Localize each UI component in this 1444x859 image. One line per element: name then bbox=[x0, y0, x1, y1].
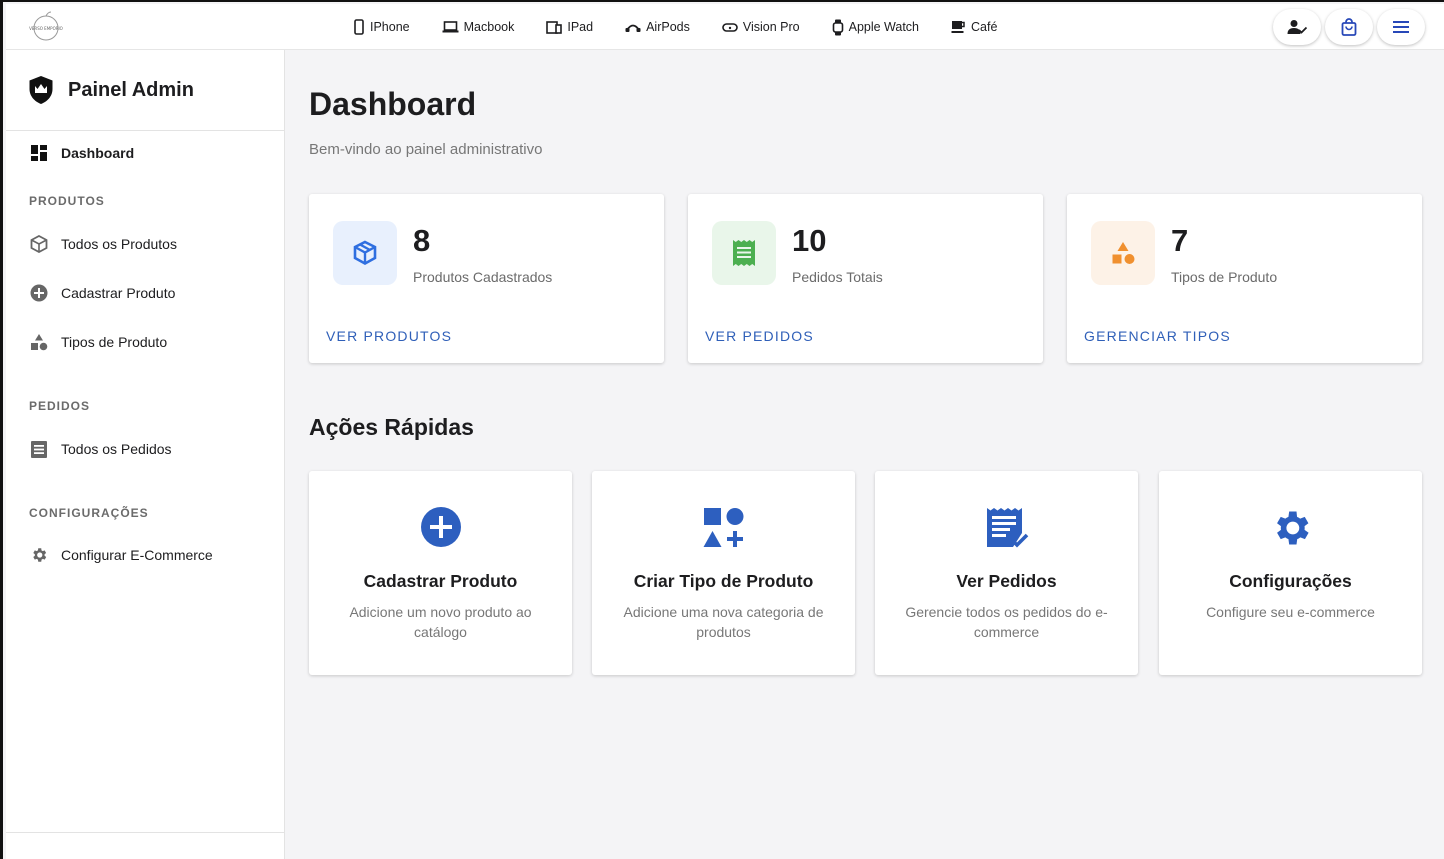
gear-icon bbox=[33, 548, 47, 562]
category-nav: IPhone Macbook IPad AirPods Vision Pro A… bbox=[353, 4, 1029, 50]
stat-value: 7 bbox=[1171, 223, 1189, 258]
add-circle-icon bbox=[420, 507, 461, 547]
category-add-icon bbox=[703, 508, 743, 547]
tablet-icon bbox=[546, 21, 563, 34]
nav-item-macbook[interactable]: Macbook bbox=[442, 20, 515, 34]
stat-value: 10 bbox=[792, 223, 827, 258]
package-icon bbox=[353, 240, 377, 265]
sidebar-item-tipos-produto[interactable]: Tipos de Produto bbox=[6, 322, 284, 362]
sidebar-section-pedidos: PEDIDOS bbox=[29, 399, 91, 413]
menu-icon bbox=[1393, 21, 1409, 33]
coffee-icon bbox=[951, 21, 965, 33]
action-card-cadastrar-produto[interactable]: Cadastrar Produto Adicione um novo produ… bbox=[309, 471, 572, 675]
svg-text:VERSO EMPORIO: VERSO EMPORIO bbox=[29, 26, 63, 31]
sidebar-item-dashboard[interactable]: Dashboard bbox=[6, 133, 284, 173]
dashboard-icon bbox=[31, 145, 47, 161]
action-description: Adicione um novo produto ao catálogo bbox=[349, 604, 532, 640]
add-circle-icon bbox=[30, 284, 48, 302]
phone-icon bbox=[354, 19, 364, 35]
stat-card-pedidos: 10 Pedidos Totais VER PEDIDOS bbox=[688, 194, 1043, 363]
sidebar-item-label: Configurar E-Commerce bbox=[61, 547, 213, 563]
nav-item-ipad[interactable]: IPad bbox=[546, 20, 593, 34]
action-title: Criar Tipo de Produto bbox=[633, 571, 814, 591]
action-description: Configure seu e-commerce bbox=[1206, 604, 1375, 620]
action-title: Ver Pedidos bbox=[956, 571, 1057, 591]
stat-label: Produtos Cadastrados bbox=[413, 269, 553, 285]
nav-item-airpods[interactable]: AirPods bbox=[625, 20, 690, 34]
cart-button[interactable] bbox=[1325, 9, 1373, 45]
nav-item-label: IPad bbox=[567, 20, 594, 34]
nav-item-label: AirPods bbox=[646, 20, 690, 34]
ver-pedidos-link[interactable]: VER PEDIDOS bbox=[705, 328, 814, 344]
action-card-ver-pedidos[interactable]: Ver Pedidos Gerencie todos os pedidos do… bbox=[875, 471, 1138, 675]
sidebar-item-cadastrar-produto[interactable]: Cadastrar Produto bbox=[6, 273, 284, 313]
user-check-icon bbox=[1287, 20, 1307, 34]
nav-item-label: Macbook bbox=[463, 20, 515, 34]
stat-icon-box bbox=[333, 221, 397, 285]
receipt-icon bbox=[733, 240, 755, 266]
vr-headset-icon bbox=[722, 23, 738, 32]
nav-item-label: IPhone bbox=[370, 20, 410, 34]
shopping-bag-icon bbox=[1341, 18, 1357, 36]
receipt-check-icon bbox=[986, 508, 1028, 548]
sidebar-item-todos-pedidos[interactable]: Todos os Pedidos bbox=[6, 429, 284, 469]
gerenciar-tipos-link[interactable]: GERENCIAR TIPOS bbox=[1084, 328, 1231, 344]
brand-logo[interactable]: VERSO EMPORIO bbox=[28, 10, 64, 44]
ver-produtos-link[interactable]: VER PRODUTOS bbox=[326, 328, 452, 344]
app-window: VERSO EMPORIO IPhone Macbook IPad AirPod… bbox=[0, 0, 1444, 859]
package-icon bbox=[30, 235, 48, 253]
sidebar-title: Painel Admin bbox=[68, 78, 194, 101]
action-card-criar-tipo[interactable]: Criar Tipo de Produto Adicione uma nova … bbox=[592, 471, 855, 675]
top-actions bbox=[1269, 9, 1425, 45]
category-shapes-icon bbox=[1112, 242, 1135, 264]
action-description: Adicione uma nova categoria de produtos bbox=[623, 604, 824, 640]
action-description: Gerencie todos os pedidos do e-commerce bbox=[905, 604, 1108, 640]
action-title: Configurações bbox=[1229, 571, 1352, 591]
stat-icon-box bbox=[712, 221, 776, 285]
sidebar-item-todos-produtos[interactable]: Todos os Produtos bbox=[6, 224, 284, 264]
stat-card-tipos: 7 Tipos de Produto GERENCIAR TIPOS bbox=[1067, 194, 1422, 363]
page-title: Dashboard bbox=[309, 86, 477, 122]
sidebar-item-label: Todos os Pedidos bbox=[61, 441, 172, 457]
nav-item-vision-pro[interactable]: Vision Pro bbox=[722, 20, 800, 34]
sidebar-section-config: CONFIGURAÇÕES bbox=[29, 506, 149, 520]
laptop-icon bbox=[442, 21, 459, 33]
account-button[interactable] bbox=[1273, 9, 1321, 45]
sidebar-item-label: Dashboard bbox=[61, 145, 135, 161]
top-navbar: VERSO EMPORIO IPhone Macbook IPad AirPod… bbox=[6, 4, 1444, 50]
menu-button[interactable] bbox=[1377, 9, 1425, 45]
sidebar-item-label: Tipos de Produto bbox=[61, 334, 168, 350]
action-title: Cadastrar Produto bbox=[363, 571, 518, 591]
nav-item-label: Apple Watch bbox=[848, 20, 920, 34]
gear-icon bbox=[1276, 511, 1309, 545]
sidebar-divider bbox=[6, 832, 284, 833]
nav-item-iphone[interactable]: IPhone bbox=[353, 19, 410, 35]
sidebar-item-configurar[interactable]: Configurar E-Commerce bbox=[6, 535, 284, 575]
stat-label: Pedidos Totais bbox=[792, 269, 883, 285]
quick-actions-title: Ações Rápidas bbox=[309, 414, 474, 440]
watch-icon bbox=[832, 19, 843, 35]
nav-item-cafe[interactable]: Café bbox=[951, 20, 997, 34]
category-shapes-icon bbox=[31, 334, 48, 351]
action-card-configuracoes[interactable]: Configurações Configure seu e-commerce bbox=[1159, 471, 1422, 675]
nav-item-apple-watch[interactable]: Apple Watch bbox=[832, 19, 919, 36]
sidebar-item-label: Cadastrar Produto bbox=[61, 285, 176, 301]
shield-crown-icon bbox=[29, 76, 53, 104]
sidebar-item-label: Todos os Produtos bbox=[61, 236, 177, 252]
nav-item-label: Vision Pro bbox=[742, 20, 800, 34]
admin-sidebar: Painel Admin Dashboard PRODUTOS Todos os… bbox=[6, 50, 285, 859]
stat-label: Tipos de Produto bbox=[1171, 269, 1278, 285]
stat-icon-box bbox=[1091, 221, 1155, 285]
stat-value: 8 bbox=[413, 223, 431, 258]
page-subtitle: Bem-vindo ao painel administrativo bbox=[309, 141, 543, 158]
headphones-icon bbox=[625, 24, 641, 32]
stat-card-produtos: 8 Produtos Cadastrados VER PRODUTOS bbox=[309, 194, 664, 363]
list-alt-icon bbox=[31, 440, 47, 458]
nav-item-label: Café bbox=[971, 20, 998, 34]
sidebar-section-produtos: PRODUTOS bbox=[29, 194, 105, 208]
sidebar-header: Painel Admin bbox=[6, 50, 284, 131]
